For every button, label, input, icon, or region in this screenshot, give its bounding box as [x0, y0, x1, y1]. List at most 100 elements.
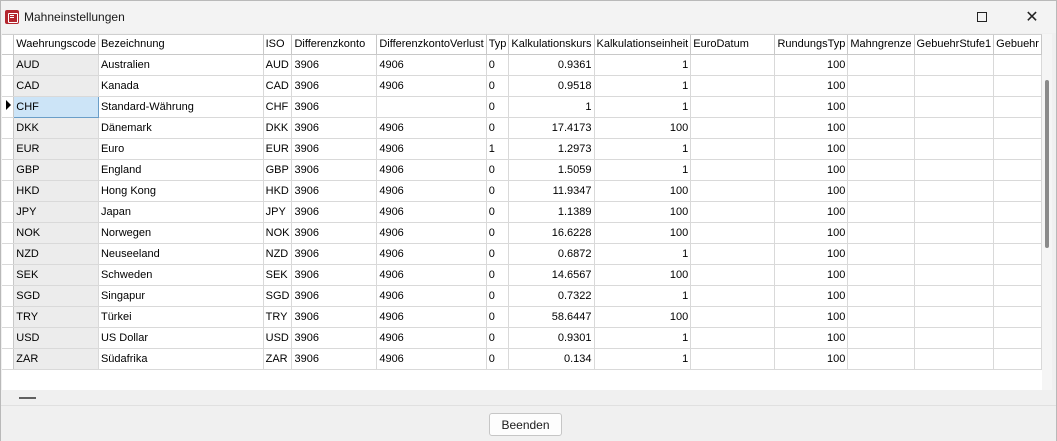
grid-cell[interactable]: 4906 — [376, 222, 487, 244]
grid-cell[interactable]: CHF — [13, 95, 99, 118]
grid-cell[interactable]: 4906 — [376, 201, 487, 223]
row-indicator[interactable] — [2, 327, 15, 349]
grid-cell[interactable]: 4906 — [376, 243, 487, 265]
grid-cell[interactable]: SEK — [263, 264, 293, 286]
grid-cell[interactable]: ZAR — [13, 348, 99, 370]
grid-cell[interactable]: 3906 — [291, 222, 378, 244]
table-row[interactable]: SGD Singapur SGD 3906 4906 0 0.7322 1 100 — [2, 285, 1042, 307]
grid-cell[interactable]: HKD — [13, 180, 99, 202]
grid-cell[interactable]: 0 — [486, 117, 510, 139]
grid-cell[interactable] — [993, 138, 1042, 160]
grid-cell[interactable]: 0 — [486, 285, 510, 307]
grid-cell[interactable]: 0 — [486, 264, 510, 286]
table-row[interactable]: AUD Australien AUD 3906 4906 0 0.9361 1 100 — [2, 54, 1042, 76]
grid-cell[interactable] — [690, 264, 776, 286]
row-indicator[interactable] — [2, 285, 15, 307]
grid-cell[interactable]: ZAR — [263, 348, 293, 370]
row-indicator[interactable] — [2, 138, 15, 160]
grid-cell[interactable]: 100 — [774, 222, 849, 244]
grid-cell[interactable]: 100 — [774, 327, 849, 349]
grid-cell[interactable]: 3906 — [291, 243, 378, 265]
grid-cell[interactable]: 3906 — [291, 159, 378, 181]
grid-cell[interactable]: 4906 — [376, 327, 487, 349]
grid-cell[interactable]: 3906 — [291, 327, 378, 349]
grid-cell[interactable]: Neuseeland — [98, 243, 264, 265]
row-indicator[interactable] — [2, 54, 15, 76]
row-indicator[interactable] — [2, 348, 15, 370]
row-indicator[interactable] — [2, 264, 15, 286]
grid-cell[interactable]: 100 — [594, 180, 692, 202]
grid-cell[interactable]: 14.6567 — [508, 264, 595, 286]
grid-cell[interactable]: 3906 — [291, 306, 378, 328]
grid-cell[interactable]: 0 — [486, 306, 510, 328]
column-header[interactable]: EuroDatum — [690, 35, 776, 55]
grid-cell[interactable] — [993, 348, 1042, 370]
grid-cell[interactable]: Singapur — [98, 285, 264, 307]
grid-cell[interactable] — [690, 348, 776, 370]
grid-cell[interactable] — [847, 285, 915, 307]
grid-cell[interactable]: 3906 — [291, 348, 378, 370]
grid-cell[interactable]: 0 — [486, 327, 510, 349]
table-row[interactable]: CHF Standard-Währung CHF 3906 0 1 1 100 — [2, 95, 1042, 118]
column-header[interactable]: Mahngrenze — [847, 35, 915, 55]
grid-cell[interactable]: 100 — [594, 306, 692, 328]
grid-cell[interactable]: 4906 — [376, 138, 487, 160]
grid-cell[interactable]: 1 — [594, 138, 692, 160]
grid-cell[interactable]: SEK — [13, 264, 99, 286]
grid-cell[interactable] — [847, 159, 915, 181]
grid-cell[interactable]: 100 — [774, 96, 849, 118]
row-indicator[interactable] — [2, 243, 15, 265]
grid-cell[interactable]: 0.6872 — [508, 243, 595, 265]
grid-cell[interactable]: Türkei — [98, 306, 264, 328]
grid-cell[interactable]: EUR — [13, 138, 99, 160]
grid-cell[interactable]: Japan — [98, 201, 264, 223]
grid-cell[interactable] — [993, 306, 1042, 328]
grid-cell[interactable]: CAD — [263, 75, 293, 97]
table-row[interactable]: NZD Neuseeland NZD 3906 4906 0 0.6872 1 100 — [2, 243, 1042, 265]
grid-cell[interactable]: 17.4173 — [508, 117, 595, 139]
grid-cell[interactable]: 100 — [774, 117, 849, 139]
close-button[interactable]: ✕ — [1009, 1, 1055, 33]
grid-cell[interactable]: USD — [13, 327, 99, 349]
grid-cell[interactable] — [914, 117, 995, 139]
column-header[interactable]: Kalkulationseinheit — [594, 35, 692, 55]
grid-cell[interactable] — [690, 75, 776, 97]
grid-cell[interactable]: 0.7322 — [508, 285, 595, 307]
grid-cell[interactable]: 0 — [486, 243, 510, 265]
grid-cell[interactable] — [914, 285, 995, 307]
grid-cell[interactable] — [690, 54, 776, 76]
column-header[interactable]: Typ — [486, 35, 510, 55]
grid-cell[interactable]: 4906 — [376, 264, 487, 286]
grid-cell[interactable] — [690, 117, 776, 139]
row-indicator[interactable] — [2, 201, 15, 223]
table-row[interactable]: TRY Türkei TRY 3906 4906 0 58.6447 100 100 — [2, 306, 1042, 328]
grid-cell[interactable]: HKD — [263, 180, 293, 202]
grid-cell[interactable] — [690, 138, 776, 160]
grid-cell[interactable] — [914, 264, 995, 286]
grid-cell[interactable]: 1 — [508, 96, 595, 118]
grid-cell[interactable] — [993, 327, 1042, 349]
row-indicator[interactable] — [2, 159, 15, 181]
grid-cell[interactable]: 3906 — [291, 264, 378, 286]
grid-cell[interactable] — [914, 75, 995, 97]
grid-cell[interactable]: 1.5059 — [508, 159, 595, 181]
grid-cell[interactable] — [993, 222, 1042, 244]
grid-cell[interactable]: 100 — [774, 75, 849, 97]
grid-cell[interactable]: EUR — [263, 138, 293, 160]
splitter-handle[interactable] — [19, 397, 36, 399]
row-indicator[interactable] — [2, 117, 15, 139]
grid-cell[interactable] — [993, 201, 1042, 223]
grid-cell[interactable]: 3906 — [291, 54, 378, 76]
grid-cell[interactable] — [993, 117, 1042, 139]
grid-cell[interactable]: 0 — [486, 159, 510, 181]
grid-cell[interactable] — [847, 138, 915, 160]
grid-cell[interactable] — [993, 54, 1042, 76]
grid-cell[interactable] — [993, 180, 1042, 202]
grid-cell[interactable]: 100 — [594, 222, 692, 244]
grid-cell[interactable]: 4906 — [376, 285, 487, 307]
grid-cell[interactable] — [847, 306, 915, 328]
table-row[interactable]: USD US Dollar USD 3906 4906 0 0.9301 1 100 — [2, 327, 1042, 349]
grid-cell[interactable]: 0.134 — [508, 348, 595, 370]
column-header[interactable]: Kalkulationskurs — [508, 35, 595, 55]
grid-cell[interactable]: 4906 — [376, 180, 487, 202]
